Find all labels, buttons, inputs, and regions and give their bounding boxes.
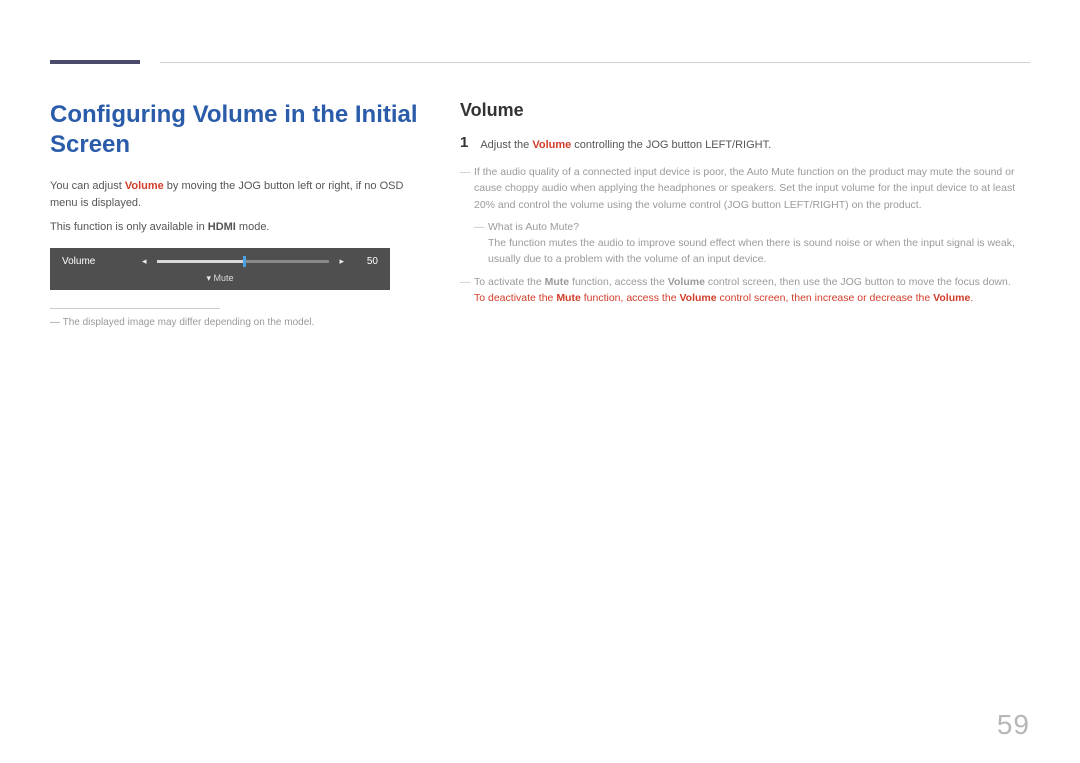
intro-paragraphs: You can adjust Volume by moving the JOG … [50, 178, 420, 236]
note-automute: What is Auto Mute? The function mutes th… [474, 219, 1030, 268]
triangle-left-icon: ◂ [142, 256, 147, 267]
osd-mute-label: Mute [214, 273, 234, 283]
mute-act-pre: To activate the [474, 276, 545, 288]
intro-text: You can adjust Volume by moving the JOG … [50, 178, 420, 212]
mute-deactivate-line: To deactivate the Mute function, access … [474, 292, 973, 304]
right-column: Volume 1 Adjust the Volume controlling t… [460, 100, 1030, 330]
mute-act-post: control screen, then use the JOG button … [705, 276, 1011, 288]
triangle-down-icon: ▾ [206, 273, 211, 283]
osd-row-main: Volume ◂ ▸ 50 [62, 256, 378, 267]
disclaimer-text: The displayed image may differ depending… [63, 317, 315, 328]
mute-deact-pre: To deactivate the [474, 292, 556, 304]
footnote-rule [50, 308, 220, 309]
osd-volume-label: Volume [62, 256, 132, 267]
volume-hl-1: Volume [668, 276, 705, 288]
step-number: 1 [460, 135, 468, 154]
osd-volume-panel: Volume ◂ ▸ 50 ▾ Mute [50, 248, 390, 290]
automute-answer: The function mutes the audio to improve … [488, 237, 1015, 265]
osd-row-mute: ▾ Mute [62, 273, 378, 284]
step-body: Adjust the Volume controlling the JOG bu… [480, 135, 771, 154]
section-heading-volume: Volume [460, 100, 1030, 121]
step-1: 1 Adjust the Volume controlling the JOG … [460, 135, 1030, 154]
intro-pre: You can adjust [50, 180, 125, 192]
volume-hl-3: Volume [933, 292, 970, 304]
mode-pre: This function is only available in [50, 221, 208, 233]
volume-hl-2: Volume [679, 292, 716, 304]
page-number: 59 [997, 709, 1030, 741]
mute-deact-end: . [970, 292, 973, 304]
mute-act-mid: function, access the [569, 276, 668, 288]
mode-highlight: HDMI [208, 221, 236, 233]
left-column: Configuring Volume in the Initial Screen… [50, 100, 420, 330]
mute-hl-1: Mute [545, 276, 570, 288]
page-title: Configuring Volume in the Initial Screen [50, 100, 420, 160]
mute-hl-2: Mute [556, 292, 581, 304]
osd-volume-value: 50 [354, 256, 378, 267]
note-mute-activate: To activate the Mute function, access th… [460, 274, 1030, 307]
osd-volume-slider [157, 260, 330, 263]
header-rule [160, 62, 1030, 63]
mute-deact-mid2: control screen, then increase or decreas… [717, 292, 934, 304]
triangle-right-icon: ▸ [339, 256, 344, 267]
osd-slider-thumb [243, 256, 246, 267]
intro-highlight: Volume [125, 180, 164, 192]
step1-pre: Adjust the [480, 139, 532, 151]
step1-post: controlling the JOG button LEFT/RIGHT. [571, 139, 771, 151]
section-marker [50, 60, 140, 64]
note-audio-quality: If the audio quality of a connected inpu… [460, 164, 1030, 213]
step1-highlight: Volume [532, 139, 571, 151]
mute-deact-mid: function, access the [581, 292, 680, 304]
image-disclaimer: ― The displayed image may differ dependi… [50, 315, 420, 330]
mode-text: This function is only available in HDMI … [50, 219, 420, 236]
mode-post: mode. [236, 221, 270, 233]
automute-question: What is Auto Mute? [488, 221, 579, 233]
osd-slider-fill [157, 260, 243, 263]
